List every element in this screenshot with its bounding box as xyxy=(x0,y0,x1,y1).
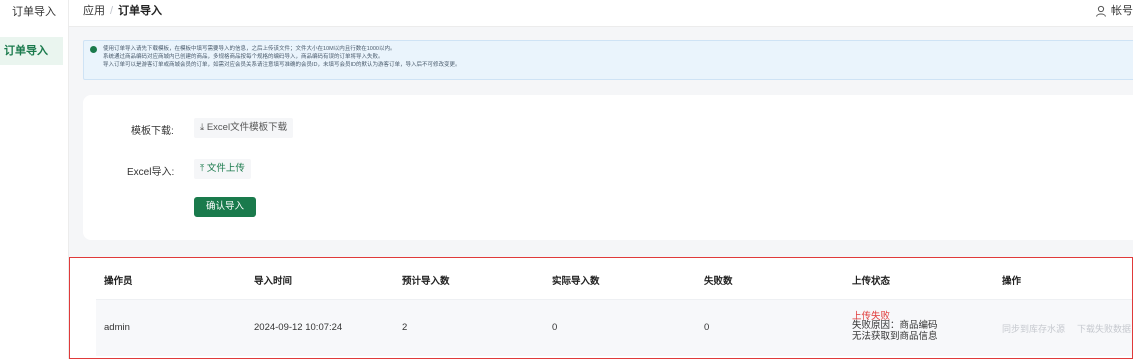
header-import-time: 导入时间 xyxy=(254,276,293,287)
sidebar-title: 订单导入 xyxy=(12,6,56,18)
confirm-import-button[interactable]: 确认导入 xyxy=(194,197,256,217)
import-records-table: 操作员 导入时间 预计导入数 实际导入数 失败数 上传状态 操作 admin 2… xyxy=(69,257,1133,359)
page-title: 订单导入 xyxy=(118,5,163,17)
top-bar: 应用 / 订单导入 帐号 xyxy=(69,0,1133,27)
template-label: 模板下载: xyxy=(131,126,174,137)
template-download-button[interactable]: ⤓ Excel文件模板下载 xyxy=(194,118,294,138)
table-row: admin 2024-09-12 10:07:24 2 0 0 上传失败 失败原… xyxy=(96,300,1132,356)
template-download-label: Excel文件模板下载 xyxy=(206,122,288,133)
main-content: 使用订单导入请先下载模板，在模板中填写需要导入的信息，之后上传该文件；文件大小在… xyxy=(69,27,1133,359)
header-failed: 失败数 xyxy=(704,276,733,287)
table-header: 操作员 导入时间 预计导入数 实际导入数 失败数 上传状态 操作 xyxy=(96,259,1132,300)
header-status: 上传状态 xyxy=(852,276,891,287)
file-upload-button[interactable]: ⤒ 文件上传 xyxy=(194,159,251,179)
cell-actual: 0 xyxy=(552,322,558,333)
breadcrumb-parent[interactable]: 应用 xyxy=(83,5,105,17)
import-form-card: 模板下载: ⤓ Excel文件模板下载 Excel导入: ⤒ 文件上传 确认导入 xyxy=(83,95,1133,240)
header-actions: 操作 xyxy=(1002,276,1022,287)
import-label: Excel导入: xyxy=(127,167,175,178)
cell-failed: 0 xyxy=(704,322,710,333)
header-expected: 预计导入数 xyxy=(402,276,450,287)
download-failed-data-link[interactable]: 下载失败数据 xyxy=(1077,322,1131,335)
sidebar-item-order-import[interactable]: 订单导入 xyxy=(0,37,63,65)
account-menu[interactable]: 帐号 xyxy=(1095,0,1133,22)
upload-icon: ⤒ xyxy=(200,163,207,174)
fail-reason: 失败原因：商品编码无法获取到商品信息 xyxy=(852,320,938,342)
user-icon xyxy=(1096,5,1106,17)
info-icon xyxy=(90,46,97,53)
cell-expected: 2 xyxy=(402,322,408,333)
file-upload-label: 文件上传 xyxy=(206,163,245,174)
account-label: 帐号 xyxy=(1111,5,1133,17)
download-icon: ⤓ xyxy=(200,122,207,133)
breadcrumb-separator: / xyxy=(110,5,114,17)
header-actual: 实际导入数 xyxy=(552,276,600,287)
notice-line: 系统通过商品编码对应商城内已创建的商品，多规格商品按每个规格的编码导入，商品编码… xyxy=(103,54,384,60)
notice-line: 导入订单可以是游客订单或商城会员的订单，如需对应会员关系请注意填写准确的会员ID… xyxy=(103,62,461,68)
cell-operator: admin xyxy=(104,322,130,333)
info-notice: 使用订单导入请先下载模板，在模板中填写需要导入的信息，之后上传该文件；文件大小在… xyxy=(83,40,1133,80)
cell-import-time: 2024-09-12 10:07:24 xyxy=(254,322,343,333)
header-operator: 操作员 xyxy=(104,276,133,287)
sync-inventory-link[interactable]: 同步到库存水源 xyxy=(1002,322,1065,335)
sidebar: 订单导入 订单导入 xyxy=(0,0,69,359)
breadcrumb: 应用 / 订单导入 xyxy=(83,0,162,22)
notice-line: 使用订单导入请先下载模板，在模板中填写需要导入的信息，之后上传该文件；文件大小在… xyxy=(103,46,396,52)
